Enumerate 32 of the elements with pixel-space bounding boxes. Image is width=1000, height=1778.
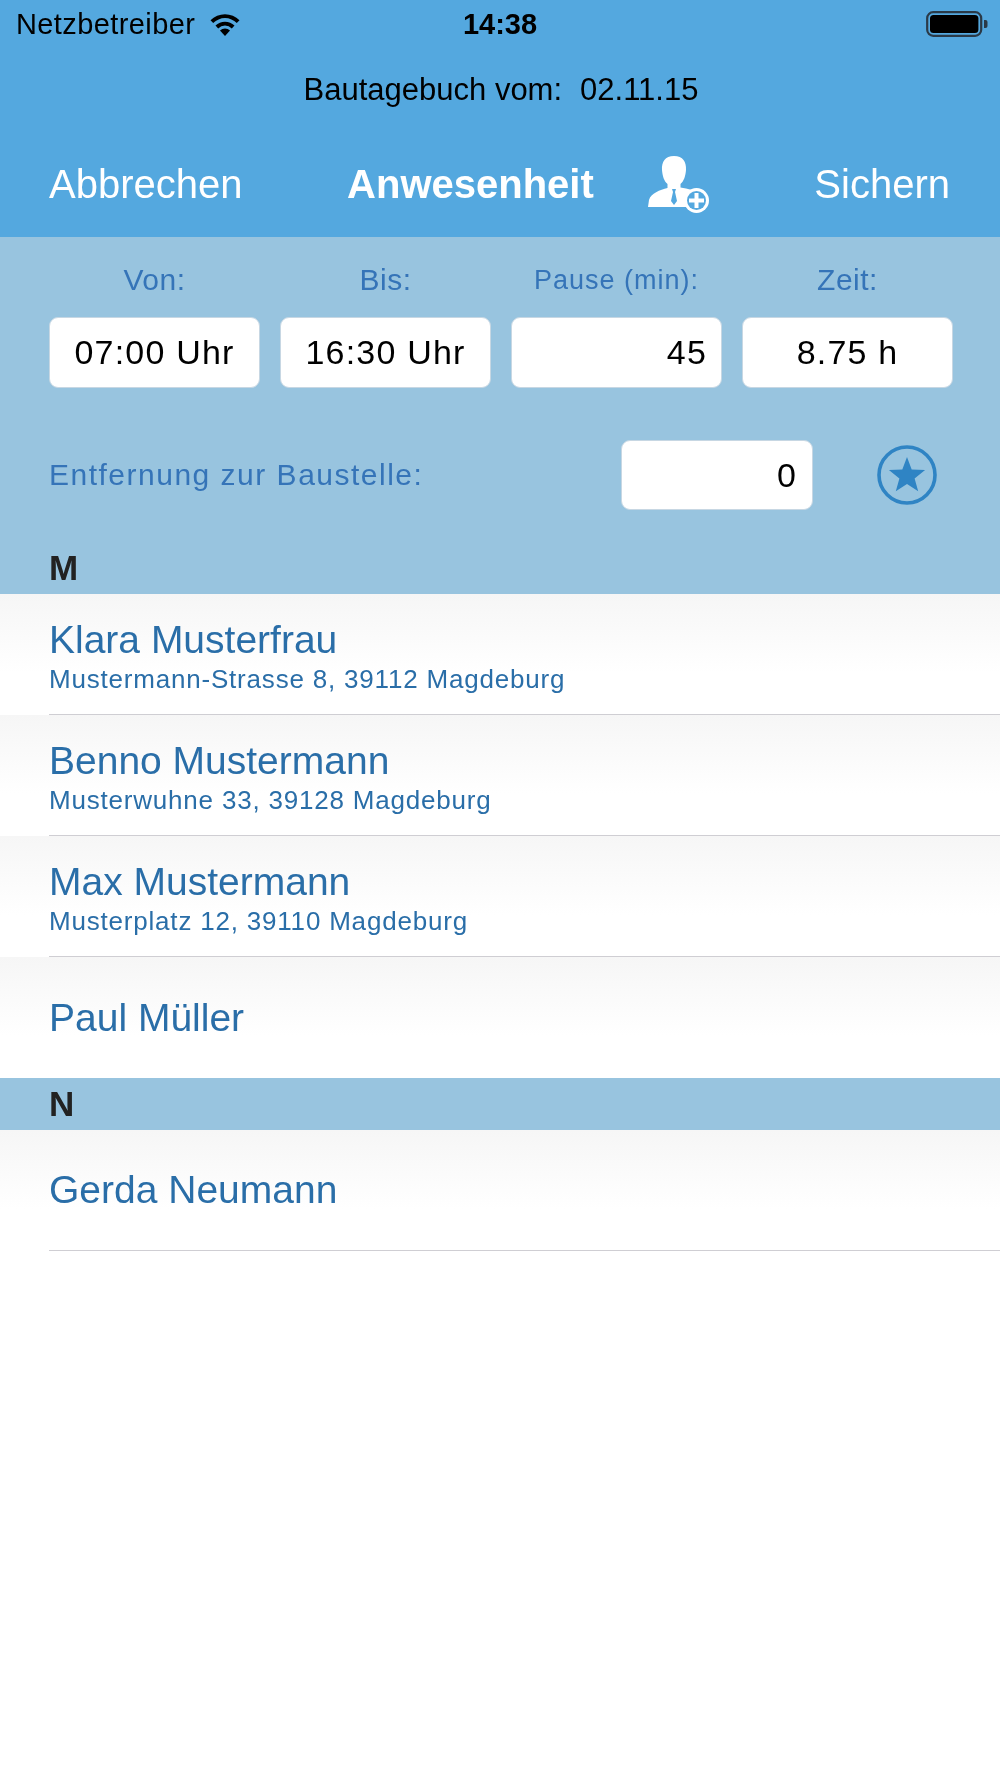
- contact-name: Benno Mustermann: [49, 739, 390, 783]
- distance-field[interactable]: 0: [621, 440, 813, 510]
- contact-name: Klara Musterfrau: [49, 618, 338, 662]
- add-person-icon[interactable]: [647, 154, 710, 214]
- time-field[interactable]: 16:30 Uhr: [280, 317, 491, 388]
- time-field[interactable]: 07:00 Uhr: [49, 317, 260, 388]
- field-label: Pause (min):: [533, 264, 700, 297]
- contact-address: Mustermann-Strasse 8, 39112 Magdeburg: [49, 663, 566, 696]
- screen-title: Anwesenheit: [347, 161, 594, 207]
- duration-field[interactable]: 8.75 h: [742, 317, 953, 388]
- section-letter: N: [49, 1084, 75, 1124]
- clock-time: 14:38: [462, 7, 538, 40]
- field-label: Von:: [123, 262, 186, 298]
- contact-name: Max Mustermann: [49, 860, 351, 904]
- distance-label: Entfernung zur Baustelle:: [49, 458, 424, 492]
- field-label: Zeit:: [817, 262, 878, 298]
- header-title: Bautagebuch vom:: [303, 71, 563, 108]
- carrier-name: Netzbetreiber: [16, 7, 196, 41]
- contact-row[interactable]: Gerda Neumann: [0, 1130, 1000, 1251]
- header-date: 02.11.15: [580, 71, 699, 108]
- contact-name: Gerda Neumann: [49, 1168, 338, 1212]
- wifi-icon: [209, 12, 242, 36]
- section-letter: M: [49, 548, 79, 588]
- battery-icon: [926, 11, 988, 37]
- contact-address: Musterplatz 12, 39110 Magdeburg: [49, 905, 468, 938]
- contact-row[interactable]: Max Mustermann Musterplatz 12, 39110 Magdeburg: [0, 836, 1000, 957]
- pause-field[interactable]: 45: [511, 317, 722, 388]
- contact-address: Musterwuhne 33, 39128 Magdeburg: [49, 784, 492, 817]
- field-label: Bis:: [359, 262, 412, 298]
- contact-name: Paul Müller: [49, 995, 245, 1040]
- contact-row[interactable]: Benno Mustermann Musterwuhne 33, 39128 Magdeburg: [0, 715, 1000, 836]
- contact-row[interactable]: Klara Musterfrau Mustermann-Strasse 8, 39112 Magdeburg: [0, 594, 1000, 715]
